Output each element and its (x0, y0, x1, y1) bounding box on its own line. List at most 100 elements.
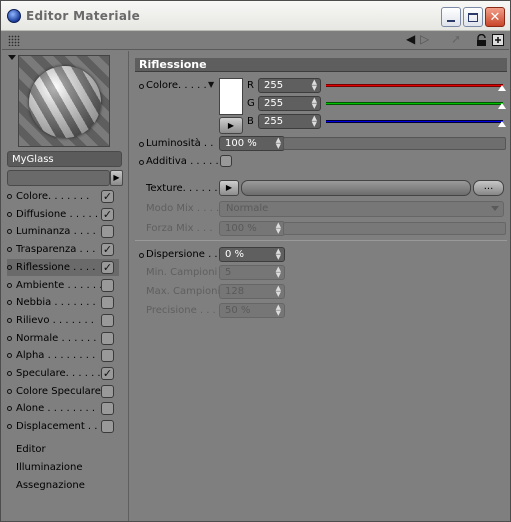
animation-dot-icon[interactable] (7, 335, 12, 341)
color-swatch[interactable] (219, 78, 243, 115)
b-slider-handle[interactable] (498, 121, 506, 127)
channel-checkbox[interactable] (101, 278, 114, 292)
window-title: Editor Materiale (26, 9, 141, 23)
luminosita-slider[interactable] (283, 137, 506, 150)
animation-dot-icon[interactable] (7, 406, 12, 412)
channel-checkbox[interactable]: ✓ (101, 243, 114, 257)
material-name-field[interactable]: MyGlass (7, 151, 122, 167)
forward-arrow-icon[interactable]: ▷ (420, 33, 429, 46)
back-arrow-icon[interactable]: ◀ (406, 33, 415, 46)
color-picker-button[interactable]: ▶ (219, 117, 243, 134)
animation-dot-icon[interactable] (7, 211, 12, 217)
b-field[interactable]: 255 ▲ ▼ (258, 114, 321, 129)
channel-item[interactable]: Ambiente . . . . . . (7, 277, 119, 294)
material-preview[interactable] (18, 55, 110, 147)
animation-dot-icon[interactable] (7, 264, 12, 270)
page-link[interactable]: Illuminazione (16, 459, 82, 476)
g-field[interactable]: 255 ▲ ▼ (258, 96, 321, 111)
texture-menu-button[interactable]: ▶ (219, 180, 239, 196)
preview-menu-arrow-icon[interactable] (8, 55, 16, 60)
material-arrow-button[interactable]: ▶ (110, 170, 123, 186)
min-campioni-field[interactable]: 5 ▲ ▼ (219, 265, 285, 280)
lock-icon[interactable] (476, 33, 487, 50)
channel-item[interactable]: Diffusione . . . . . ✓ (7, 206, 119, 223)
channel-checkbox[interactable]: ✓ (101, 207, 114, 221)
page-link[interactable]: Editor (16, 441, 46, 458)
b-slider[interactable] (326, 120, 503, 123)
animation-dot-icon[interactable] (139, 160, 144, 165)
spinner-icon[interactable]: ▲ ▼ (276, 266, 281, 279)
animation-dot-icon[interactable] (7, 388, 12, 394)
channel-checkbox[interactable] (101, 225, 114, 239)
animation-dot-icon[interactable] (7, 424, 12, 430)
close-button[interactable]: ✕ (485, 7, 505, 27)
colore-label: Colore. . . . . (146, 80, 207, 91)
channel-item[interactable]: Normale . . . . . . (7, 330, 119, 347)
spinner-icon[interactable]: ▲ ▼ (312, 115, 317, 128)
channel-checkbox[interactable] (101, 296, 114, 310)
r-slider[interactable] (326, 84, 503, 87)
channel-item[interactable]: Luminanza . . . . (7, 223, 119, 240)
animation-dot-icon[interactable] (139, 253, 144, 258)
r-slider-handle[interactable] (498, 85, 506, 91)
channel-checkbox[interactable]: ✓ (101, 367, 114, 380)
channel-checkbox[interactable] (101, 420, 114, 434)
channel-checkbox[interactable] (101, 331, 114, 345)
channel-checkbox[interactable]: ✓ (101, 190, 114, 203)
channel-item[interactable]: Colore Speculare (7, 383, 119, 400)
channel-item[interactable]: Speculare. . . . . . ✓ (7, 365, 119, 382)
channel-item[interactable]: Displacement . . . (7, 418, 119, 435)
channel-item[interactable]: Nebbia . . . . . . . (7, 294, 119, 311)
channel-item[interactable]: Colore. . . . . . . ✓ (7, 188, 119, 205)
precisione-field[interactable]: 50 % ▲ ▼ (219, 303, 285, 318)
g-slider-handle[interactable] (498, 103, 506, 109)
animation-dot-icon[interactable] (7, 282, 12, 288)
animation-dot-icon[interactable] (7, 317, 12, 323)
animation-dot-icon[interactable] (7, 229, 12, 235)
channel-checkbox[interactable] (101, 384, 114, 398)
channel-checkbox[interactable]: ✓ (101, 260, 114, 274)
luminosita-field[interactable]: 100 % ▲ ▼ (219, 136, 285, 151)
animation-dot-icon[interactable] (139, 142, 144, 147)
channel-item[interactable]: Rilievo . . . . . . . (7, 312, 119, 329)
max-campioni-field[interactable]: 128 ▲ ▼ (219, 284, 285, 299)
spinner-icon[interactable]: ▲ ▼ (312, 79, 317, 92)
channel-item[interactable]: Alpha . . . . . . . . (7, 347, 119, 364)
cursor-icon[interactable]: ➚ (451, 33, 461, 46)
animation-dot-icon[interactable] (7, 371, 12, 376)
grip-icon[interactable] (8, 35, 20, 46)
new-window-icon[interactable] (492, 34, 504, 49)
spinner-icon[interactable]: ▲ ▼ (312, 97, 317, 110)
modo-mix-select[interactable]: Normale (219, 201, 504, 217)
animation-dot-icon[interactable] (139, 84, 144, 89)
dispersione-field[interactable]: 0 % ▲ ▼ (219, 247, 285, 262)
spinner-icon[interactable]: ▲ ▼ (276, 248, 281, 261)
spinner-icon[interactable]: ▲ ▼ (276, 222, 281, 235)
forza-mix-slider[interactable] (283, 222, 506, 235)
animation-dot-icon[interactable] (7, 353, 12, 359)
r-field[interactable]: 255 ▲ ▼ (258, 78, 321, 93)
channel-item[interactable]: Riflessione . . . . ✓ (7, 258, 119, 276)
texture-field[interactable] (241, 180, 471, 196)
texture-browse-button[interactable]: ... (473, 180, 504, 196)
material-slider-field[interactable] (7, 170, 110, 186)
g-slider[interactable] (326, 102, 503, 105)
channel-checkbox[interactable] (101, 349, 114, 363)
animation-dot-icon[interactable] (7, 300, 12, 306)
colore-menu-arrow-icon[interactable]: ▼ (208, 78, 214, 91)
spinner-icon[interactable]: ▲ ▼ (276, 304, 281, 317)
channel-label: Nebbia . . . . . . . (16, 297, 96, 309)
animation-dot-icon[interactable] (7, 194, 12, 199)
spinner-icon[interactable]: ▲ ▼ (276, 285, 281, 298)
maximize-button[interactable] (463, 7, 483, 27)
spinner-icon[interactable]: ▲ ▼ (276, 137, 281, 150)
additiva-checkbox[interactable] (220, 155, 232, 167)
channel-item[interactable]: Alone . . . . . . . . (7, 400, 119, 417)
channel-checkbox[interactable] (101, 313, 114, 327)
animation-dot-icon[interactable] (7, 247, 12, 253)
channel-checkbox[interactable] (101, 402, 114, 416)
forza-mix-field[interactable]: 100 % ▲ ▼ (219, 221, 285, 236)
page-link[interactable]: Assegnazione (16, 477, 85, 494)
channel-item[interactable]: Trasparenza . . . ✓ (7, 241, 119, 258)
minimize-button[interactable] (441, 7, 461, 27)
